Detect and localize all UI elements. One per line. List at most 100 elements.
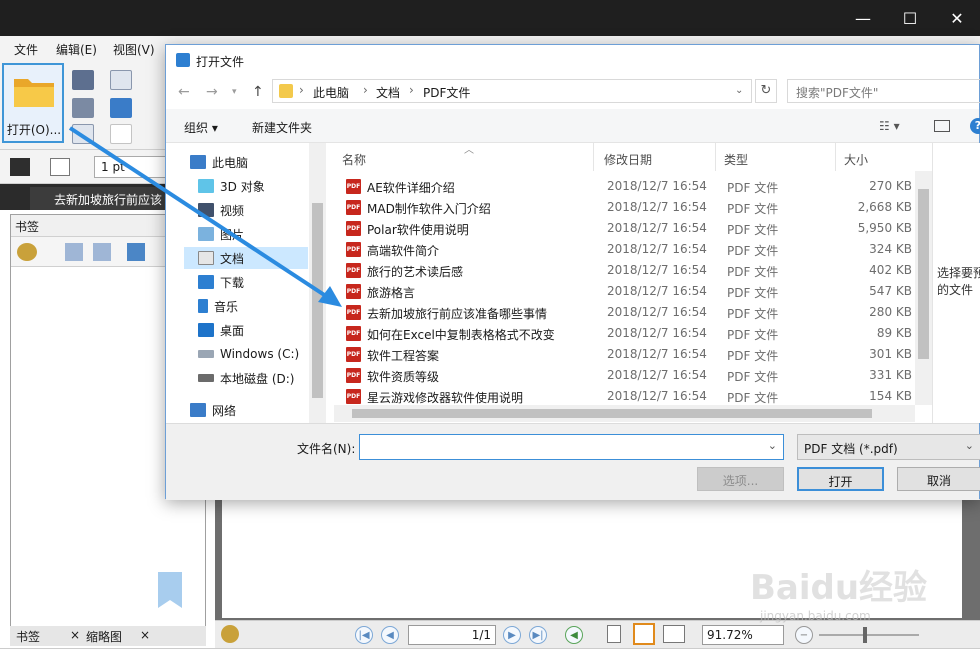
prev-page-icon[interactable]: ◀ (381, 626, 399, 644)
file-row[interactable]: PDF AE软件详细介绍 2018/12/7 16:54 PDF 文件 270 KB (340, 176, 920, 197)
page-number-input[interactable]: 1/1 (408, 625, 496, 645)
scrollbar-thumb[interactable] (312, 203, 323, 398)
pdf-file-icon: PDF (346, 284, 361, 299)
nav-scrollbar[interactable] (309, 143, 326, 423)
collapse-bookmark-icon[interactable] (93, 243, 111, 261)
filetype-select[interactable]: PDF 文档 (*.pdf) ⌄ (797, 434, 980, 460)
nav-item-videos[interactable]: 视频 (198, 199, 308, 221)
first-page-icon[interactable]: |◀ (355, 626, 373, 644)
options-button[interactable]: 选项... (697, 467, 784, 491)
chevron-down-icon[interactable]: ⌄ (735, 85, 743, 96)
open-button[interactable]: 打开(O)... (2, 63, 64, 143)
open-file-button[interactable]: 打开 (797, 467, 884, 491)
mail-icon[interactable] (110, 70, 132, 90)
column-header-date[interactable]: 修改日期 (596, 143, 716, 171)
filetype-value: PDF 文档 (*.pdf) (804, 442, 898, 456)
nav-item-label: 图片 (220, 227, 245, 242)
file-row[interactable]: PDF 旅行的艺术读后感 2018/12/7 16:54 PDF 文件 402 KB (340, 260, 920, 281)
nav-item-drive-d[interactable]: 本地磁盘 (D:) (198, 367, 308, 389)
scanner-icon[interactable] (110, 98, 132, 118)
line-width-select[interactable]: 1 pt (94, 156, 168, 178)
filename-input[interactable]: ⌄ (359, 434, 784, 460)
nav-item-this-pc[interactable]: 此电脑 (190, 151, 308, 173)
settings-gear-icon[interactable] (17, 243, 37, 261)
breadcrumb-this-pc[interactable]: 此电脑 (313, 84, 349, 101)
document-icon[interactable] (72, 124, 94, 144)
back-icon[interactable]: ◀ (565, 626, 583, 644)
file-row[interactable]: PDF 如何在Excel中复制表格格式不改变 2018/12/7 16:54 PDF … (340, 323, 920, 344)
nav-item-drive-c[interactable]: Windows (C:) (198, 343, 308, 365)
two-page-icon[interactable] (663, 625, 685, 643)
search-input[interactable]: 搜索"PDF文件" (787, 79, 980, 103)
file-type: PDF 文件 (727, 349, 779, 363)
nav-item-3d-objects[interactable]: 3D 对象 (198, 175, 308, 197)
close-tab-icon[interactable]: × (70, 628, 80, 642)
address-bar[interactable]: › 此电脑 › 文档 › PDF文件 ⌄ (272, 79, 752, 103)
border-color-icon[interactable] (50, 158, 70, 176)
breadcrumb-documents[interactable]: 文档 (376, 84, 400, 101)
tab-thumbnails[interactable]: 缩略图 (86, 628, 122, 645)
organize-button[interactable]: 组织 ▾ (184, 119, 218, 136)
file-date: 2018/12/7 16:54 (607, 242, 707, 256)
nav-item-downloads[interactable]: 下载 (198, 271, 308, 293)
refresh-icon[interactable]: ↻ (755, 79, 777, 103)
breadcrumb-pdf-folder[interactable]: PDF文件 (423, 84, 470, 101)
nav-item-label: 本地磁盘 (D:) (220, 371, 295, 386)
file-row[interactable]: PDF Polar软件使用说明 2018/12/7 16:54 PDF 文件 5,950… (340, 218, 920, 239)
nav-item-network[interactable]: 网络 (190, 399, 308, 421)
tab-bookmarks[interactable]: 书签 (16, 628, 40, 645)
file-row[interactable]: PDF 软件工程答案 2018/12/7 16:54 PDF 文件 301 KB (340, 344, 920, 365)
menu-file[interactable]: 文件 (14, 41, 38, 58)
nav-item-pictures[interactable]: 图片 (198, 223, 308, 245)
up-arrow-icon[interactable]: ↑ (252, 84, 264, 100)
menu-edit[interactable]: 编辑(E) (56, 41, 97, 58)
file-type: PDF 文件 (727, 307, 779, 321)
new-document-icon[interactable] (110, 124, 132, 144)
scrollbar-thumb[interactable] (352, 409, 872, 418)
pdf-file-icon: PDF (346, 389, 361, 404)
recent-dropdown-icon[interactable]: ▾ (232, 87, 237, 97)
continuous-page-icon[interactable] (633, 623, 655, 645)
chevron-right-icon: › (363, 83, 368, 97)
nav-item-documents[interactable]: 文档 (184, 247, 308, 269)
file-row[interactable]: PDF 软件资质等级 2018/12/7 16:54 PDF 文件 331 KB (340, 365, 920, 386)
file-row[interactable]: PDF 去新加坡旅行前应该准备哪些事情 2018/12/7 16:54 PDF 文件 2… (340, 302, 920, 323)
last-page-icon[interactable]: ▶| (529, 626, 547, 644)
minimize-icon[interactable]: — (840, 0, 886, 36)
save-icon[interactable] (72, 70, 94, 90)
file-date: 2018/12/7 16:54 (607, 368, 707, 382)
close-tab-icon[interactable]: × (140, 628, 150, 642)
maximize-icon[interactable]: ☐ (887, 0, 933, 36)
column-header-size[interactable]: 大小 (836, 143, 916, 171)
view-options-icon[interactable]: ☷ ▾ (879, 119, 900, 133)
file-row[interactable]: PDF 星云游戏修改器软件使用说明 2018/12/7 16:54 PDF 文件 154… (340, 386, 920, 407)
cancel-button[interactable]: 取消 (897, 467, 980, 491)
menu-view[interactable]: 视图(V) (113, 41, 155, 58)
file-row[interactable]: PDF MAD制作软件入门介绍 2018/12/7 16:54 PDF 文件 2,668… (340, 197, 920, 218)
print-icon[interactable] (72, 98, 94, 118)
expand-bookmark-icon[interactable] (65, 243, 83, 261)
next-page-icon[interactable]: ▶ (503, 626, 521, 644)
file-row[interactable]: PDF 旅游格言 2018/12/7 16:54 PDF 文件 547 KB (340, 281, 920, 302)
new-folder-button[interactable]: 新建文件夹 (252, 119, 312, 136)
back-arrow-icon[interactable]: ← (178, 84, 190, 100)
close-icon[interactable]: ✕ (934, 0, 980, 36)
column-header-type[interactable]: 类型 (716, 143, 836, 171)
chevron-down-icon[interactable]: ⌄ (768, 439, 777, 452)
preview-pane-icon[interactable] (934, 120, 950, 132)
file-name: 星云游戏修改器软件使用说明 (367, 391, 524, 405)
single-page-icon[interactable] (607, 625, 621, 643)
settings-gear-icon[interactable] (221, 625, 239, 643)
forward-arrow-icon[interactable]: → (206, 84, 218, 100)
help-icon[interactable]: ? (970, 118, 980, 134)
file-list-vscrollbar[interactable] (915, 171, 932, 405)
add-bookmark-icon[interactable] (127, 243, 145, 261)
scrollbar-thumb[interactable] (918, 189, 929, 359)
file-row[interactable]: PDF 高端软件简介 2018/12/7 16:54 PDF 文件 324 KB (340, 239, 920, 260)
nav-item-desktop[interactable]: 桌面 (198, 319, 308, 341)
nav-item-music[interactable]: 音乐 (198, 295, 308, 317)
file-list-hscrollbar[interactable] (334, 405, 915, 422)
folder-icon (279, 84, 293, 98)
fill-color-icon[interactable] (10, 158, 30, 176)
file-name: MAD制作软件入门介绍 (367, 202, 491, 216)
